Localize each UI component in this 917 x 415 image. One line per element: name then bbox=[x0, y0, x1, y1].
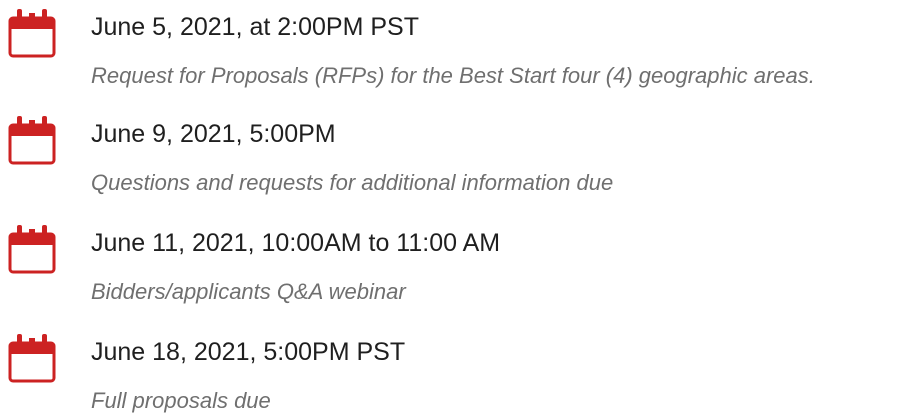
event-date: June 11, 2021, 10:00AM to 11:00 AM bbox=[91, 229, 501, 257]
event-timeline: June 5, 2021, at 2:00PM PST Request for … bbox=[0, 0, 917, 415]
event-description: Request for Proposals (RFPs) for the Bes… bbox=[91, 63, 815, 88]
event-date: June 18, 2021, 5:00PM PST bbox=[91, 338, 406, 366]
calendar-icon bbox=[8, 334, 56, 383]
event-date: June 5, 2021, at 2:00PM PST bbox=[91, 13, 419, 41]
calendar-icon bbox=[8, 9, 56, 58]
event-date: June 9, 2021, 5:00PM bbox=[91, 120, 336, 148]
event-description: Questions and requests for additional in… bbox=[91, 170, 614, 195]
calendar-icon bbox=[8, 225, 56, 274]
event-description: Bidders/applicants Q&A webinar bbox=[91, 279, 406, 304]
calendar-icon bbox=[8, 116, 56, 165]
event-description: Full proposals due bbox=[91, 388, 271, 413]
